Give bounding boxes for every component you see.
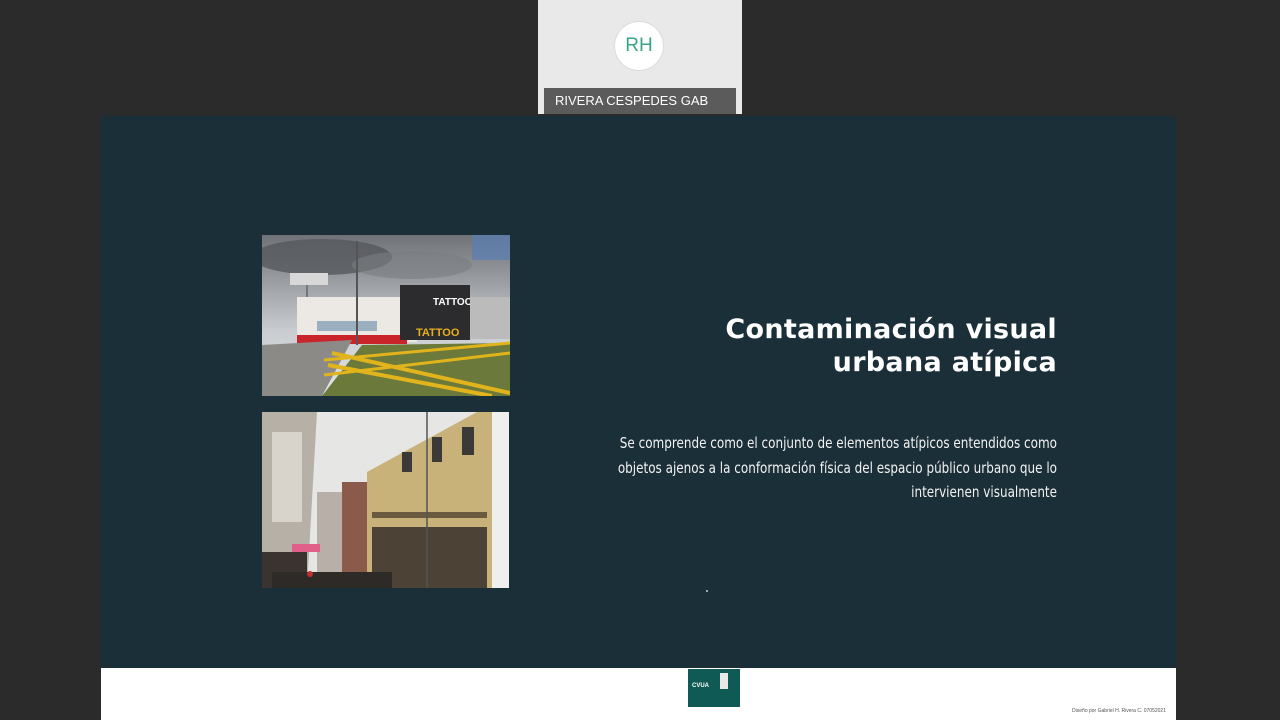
tattoo-sign-upper: TATTOO [433, 297, 473, 308]
slide-photo-tattoo-street: TATTOO TATTOO [262, 235, 510, 396]
cvua-logo: CVUA [688, 669, 740, 707]
slide-title-line2: urbana atípica [832, 347, 1057, 378]
slide-dot [706, 590, 708, 592]
participant-avatar: RH [615, 22, 663, 70]
slide-photo-colonial-street [262, 412, 509, 588]
tattoo-sign-lower: TATTOO [416, 327, 460, 339]
logo-text: CVUA [692, 683, 710, 689]
participant-tile[interactable]: RH RIVERA CESPEDES GAB [538, 0, 742, 114]
participant-initials: RH [625, 35, 653, 56]
slide-body-line3: intervienen visualmente [911, 483, 1057, 501]
design-credit: Diseño por Gabriel H. Rivera C. 07052021 [1072, 708, 1166, 714]
slide-title-line1: Contaminación visual [725, 314, 1057, 345]
slide-body-line2: objetos ajenos a la conformación física … [617, 458, 1057, 477]
slide-footer: CVUA Diseño por Gabriel H. Rivera C. 070… [101, 668, 1176, 720]
slide-body-line1: Se comprende como el conjunto de element… [619, 434, 1057, 452]
slide-title: Contaminación visual urbana atípica [577, 313, 1057, 379]
participant-name: RIVERA CESPEDES GAB [544, 88, 736, 114]
logo-mark-icon [720, 673, 728, 689]
shared-slide: TATTOO TATTOO Contaminación visual urban… [101, 116, 1176, 668]
slide-body-text: Se comprende como el conjunto de element… [610, 431, 1057, 505]
